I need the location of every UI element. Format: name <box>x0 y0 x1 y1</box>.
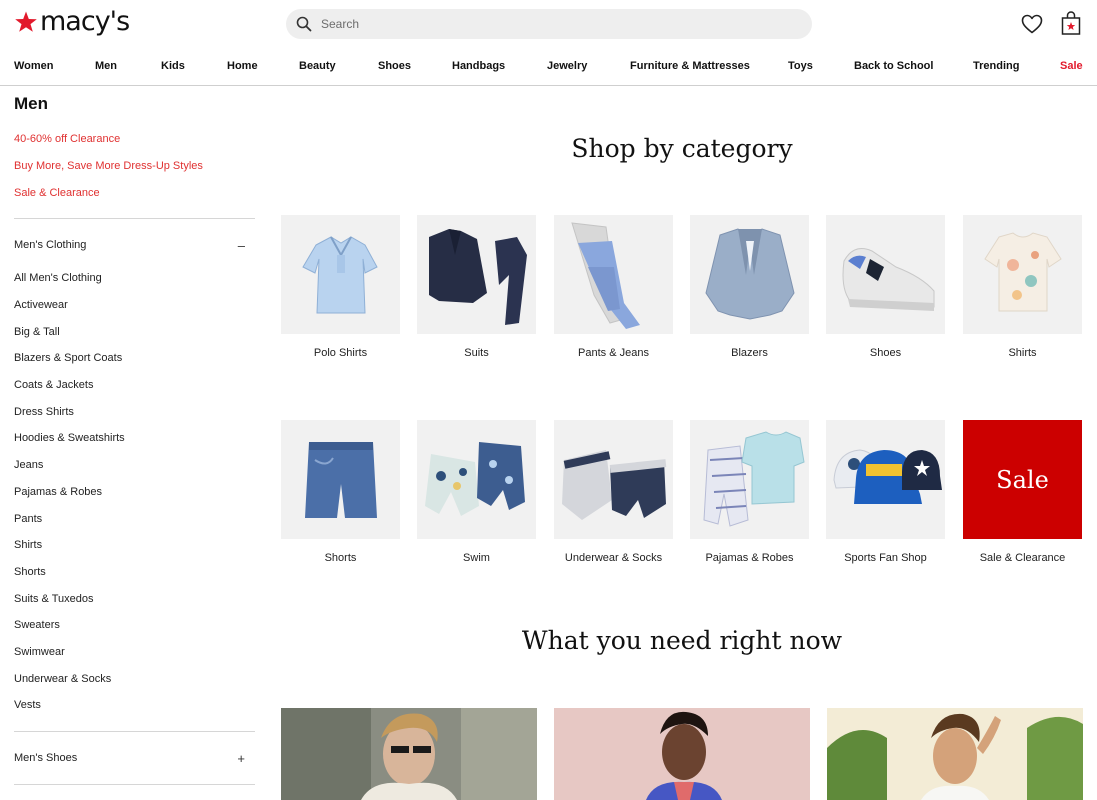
shopping-bag-icon[interactable] <box>1059 10 1083 36</box>
category-label-pajamas-robes[interactable]: Pajamas & Robes <box>690 552 809 564</box>
promo-link-sale-clearance[interactable]: Sale & Clearance <box>14 187 100 199</box>
sidebar-link-shirts[interactable]: Shirts <box>14 539 42 551</box>
category-label-underwear-socks[interactable]: Underwear & Socks <box>554 552 673 564</box>
category-label-suits[interactable]: Suits <box>417 347 536 359</box>
swim-trunks-image <box>425 442 525 516</box>
nav-back-to-school[interactable]: Back to School <box>854 60 933 72</box>
nav-men[interactable]: Men <box>95 60 117 72</box>
sidebar-link-underwear-socks[interactable]: Underwear & Socks <box>14 673 111 685</box>
caps-image <box>833 449 942 504</box>
category-tile-swim[interactable] <box>417 420 536 539</box>
category-tile-pants-jeans[interactable] <box>554 215 673 334</box>
promo-link-clearance-40-60[interactable]: 40-60% off Clearance <box>14 133 120 145</box>
category-label-polo-shirts[interactable]: Polo Shirts <box>281 347 400 359</box>
mens-shoes-section-toggle[interactable]: Men's Shoes + <box>14 751 255 768</box>
heart-icon[interactable] <box>1020 12 1044 36</box>
logo-wordmark: macy's <box>40 6 130 37</box>
sale-tile-text: Sale <box>996 465 1049 494</box>
section-label: Men's Clothing <box>14 239 87 251</box>
search-icon[interactable] <box>296 16 312 32</box>
shorts-image <box>305 442 377 518</box>
star-icon <box>15 11 37 32</box>
category-tile-shoes[interactable] <box>826 215 945 334</box>
promo-card-blazer-model[interactable] <box>281 708 537 800</box>
category-label-sports-fan-shop[interactable]: Sports Fan Shop <box>826 552 945 564</box>
site-header: macy's <box>0 0 1097 48</box>
category-tile-underwear-socks[interactable] <box>554 420 673 539</box>
expand-icon[interactable]: + <box>237 751 245 766</box>
suit-image <box>429 229 527 325</box>
nav-kids[interactable]: Kids <box>161 60 185 72</box>
sidebar-link-hoodies-sweatshirts[interactable]: Hoodies & Sweatshirts <box>14 432 125 444</box>
sidebar-link-pants[interactable]: Pants <box>14 513 42 525</box>
category-label-pants-jeans[interactable]: Pants & Jeans <box>554 347 673 359</box>
pants-image <box>571 222 640 329</box>
page-title: Men <box>14 94 48 113</box>
model-photo-1 <box>281 708 537 800</box>
category-tile-shorts[interactable] <box>281 420 400 539</box>
main-navigation: Women Men Kids Home Beauty Shoes Handbag… <box>0 48 1097 86</box>
sidebar-link-activewear[interactable]: Activewear <box>14 299 68 311</box>
category-tile-sale-clearance[interactable]: Sale <box>963 420 1082 539</box>
nav-sale[interactable]: Sale <box>1060 60 1083 72</box>
nav-shoes[interactable]: Shoes <box>378 60 411 72</box>
search-bar[interactable] <box>286 9 812 39</box>
category-label-sale-clearance[interactable]: Sale & Clearance <box>963 552 1082 564</box>
category-label-shorts[interactable]: Shorts <box>281 552 400 564</box>
category-label-blazers[interactable]: Blazers <box>690 347 809 359</box>
category-tile-sports-fan-shop[interactable] <box>826 420 945 539</box>
what-you-need-heading: What you need right now <box>521 626 843 655</box>
polo-shirt-image <box>302 236 378 314</box>
sidebar-divider <box>14 218 255 219</box>
sidebar-link-jeans[interactable]: Jeans <box>14 459 43 471</box>
sidebar-link-suits-tuxedos[interactable]: Suits & Tuxedos <box>14 593 94 605</box>
sidebar-divider <box>14 784 255 785</box>
category-label-shoes[interactable]: Shoes <box>826 347 945 359</box>
promo-link-buy-more-save-more[interactable]: Buy More, Save More Dress-Up Styles <box>14 160 203 172</box>
search-input[interactable] <box>321 17 781 31</box>
category-tile-pajamas-robes[interactable] <box>690 420 809 539</box>
sidebar-link-blazers-sport-coats[interactable]: Blazers & Sport Coats <box>14 352 122 364</box>
sidebar-link-swimwear[interactable]: Swimwear <box>14 646 65 658</box>
category-tile-blazers[interactable] <box>690 215 809 334</box>
category-sidebar: Men 40-60% off Clearance Buy More, Save … <box>0 86 270 800</box>
sidebar-link-vests[interactable]: Vests <box>14 699 41 711</box>
category-label-swim[interactable]: Swim <box>417 552 536 564</box>
sidebar-link-all-mens-clothing[interactable]: All Men's Clothing <box>14 272 102 284</box>
nav-handbags[interactable]: Handbags <box>452 60 505 72</box>
promo-card-tank-model[interactable] <box>827 708 1083 800</box>
underwear-image <box>562 450 667 520</box>
sidebar-link-pajamas-robes[interactable]: Pajamas & Robes <box>14 486 102 498</box>
shop-by-category-heading: Shop by category <box>571 134 793 163</box>
nav-women[interactable]: Women <box>14 60 54 72</box>
nav-toys[interactable]: Toys <box>788 60 813 72</box>
section-label: Men's Shoes <box>14 752 78 764</box>
category-tile-shirts[interactable] <box>963 215 1082 334</box>
nav-furniture-mattresses[interactable]: Furniture & Mattresses <box>630 60 750 72</box>
promo-card-tee-model[interactable] <box>554 708 810 800</box>
category-tile-polo-shirts[interactable] <box>281 215 400 334</box>
collapse-icon[interactable]: – <box>238 238 245 253</box>
mens-clothing-section-toggle[interactable]: Men's Clothing – <box>14 238 255 255</box>
sidebar-divider <box>14 731 255 732</box>
sidebar-link-dress-shirts[interactable]: Dress Shirts <box>14 406 74 418</box>
shirt-image <box>984 232 1062 312</box>
nav-trending[interactable]: Trending <box>973 60 1019 72</box>
sidebar-link-shorts[interactable]: Shorts <box>14 566 46 578</box>
nav-home[interactable]: Home <box>227 60 258 72</box>
blazer-image <box>705 228 795 320</box>
model-photo-3 <box>827 708 1083 800</box>
category-label-shirts[interactable]: Shirts <box>963 347 1082 359</box>
sneaker-image <box>842 248 935 311</box>
model-photo-2 <box>554 708 810 800</box>
macys-logo[interactable]: macy's <box>14 6 130 37</box>
nav-jewelry[interactable]: Jewelry <box>547 60 587 72</box>
sidebar-link-big-tall[interactable]: Big & Tall <box>14 326 60 338</box>
category-tile-suits[interactable] <box>417 215 536 334</box>
sidebar-link-coats-jackets[interactable]: Coats & Jackets <box>14 379 93 391</box>
nav-beauty[interactable]: Beauty <box>299 60 336 72</box>
pajamas-image <box>703 431 805 527</box>
sidebar-link-sweaters[interactable]: Sweaters <box>14 619 60 631</box>
